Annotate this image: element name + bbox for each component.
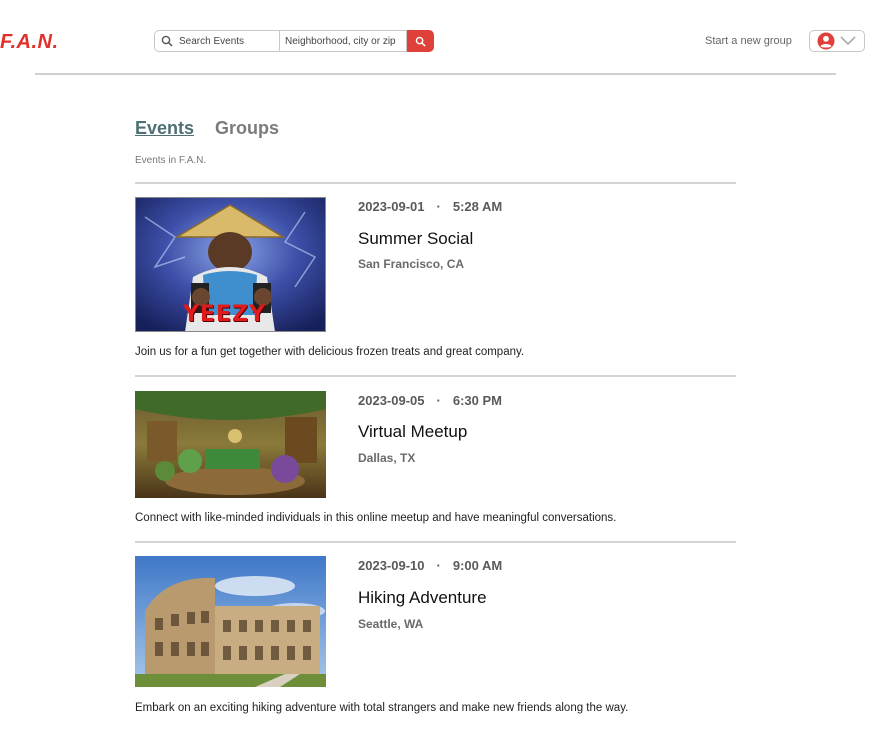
- separator-dot: ·: [436, 199, 441, 214]
- separator-dot: ·: [436, 393, 441, 408]
- event-location: San Francisco, CA: [358, 257, 465, 271]
- event-date: 2023-09-01: [358, 199, 425, 214]
- event-image[interactable]: YEEZY: [135, 197, 326, 332]
- profile-menu-button[interactable]: [809, 30, 865, 52]
- event-image-caption: YEEZY: [183, 302, 266, 327]
- event-image[interactable]: [135, 556, 326, 687]
- event-datetime: 2023-09-10 · 9:00 AM: [358, 558, 502, 573]
- event-datetime: 2023-09-01 · 5:28 AM: [358, 199, 502, 214]
- event-description: Join us for a fun get together with deli…: [135, 346, 525, 358]
- event-time: 9:00 AM: [452, 558, 503, 573]
- tab-bar: Events Groups: [135, 118, 279, 139]
- event-time: 6:30 PM: [452, 393, 502, 408]
- event-time: 5:28 AM: [452, 199, 503, 214]
- search-input-placeholder: Search Events: [179, 35, 245, 47]
- event-location: Dallas, TX: [358, 451, 416, 465]
- start-new-group-link[interactable]: Start a new group: [705, 35, 792, 47]
- header-divider: [35, 73, 836, 75]
- chevron-down-icon: [840, 36, 856, 46]
- search-icon: [161, 35, 173, 47]
- search-bar: Search Events Neighborhood, city or zip: [154, 30, 434, 52]
- event-datetime: 2023-09-05 · 6:30 PM: [358, 393, 502, 408]
- tab-groups[interactable]: Groups: [215, 118, 279, 138]
- event-title[interactable]: Virtual Meetup: [358, 422, 467, 442]
- event-date: 2023-09-05: [358, 393, 425, 408]
- user-avatar-icon: [817, 32, 835, 50]
- search-input[interactable]: Search Events: [154, 30, 280, 52]
- logo[interactable]: F.A.N.: [0, 31, 59, 54]
- search-button[interactable]: [407, 30, 434, 52]
- event-divider: [135, 541, 736, 543]
- event-title[interactable]: Hiking Adventure: [358, 588, 487, 608]
- search-icon: [415, 36, 426, 47]
- event-description: Connect with like-minded individuals in …: [135, 512, 617, 524]
- event-location: Seattle, WA: [358, 617, 424, 631]
- event-title[interactable]: Summer Social: [358, 229, 473, 249]
- event-date: 2023-09-10: [358, 558, 425, 573]
- separator-dot: ·: [436, 558, 441, 573]
- location-input[interactable]: Neighborhood, city or zip: [280, 30, 407, 52]
- tab-events[interactable]: Events: [135, 118, 194, 138]
- event-divider: [135, 182, 736, 184]
- event-divider: [135, 375, 736, 377]
- location-input-placeholder: Neighborhood, city or zip: [285, 35, 396, 47]
- event-description: Embark on an exciting hiking adventure w…: [135, 702, 629, 714]
- page-subtitle: Events in F.A.N.: [135, 155, 207, 166]
- event-image[interactable]: [135, 391, 326, 498]
